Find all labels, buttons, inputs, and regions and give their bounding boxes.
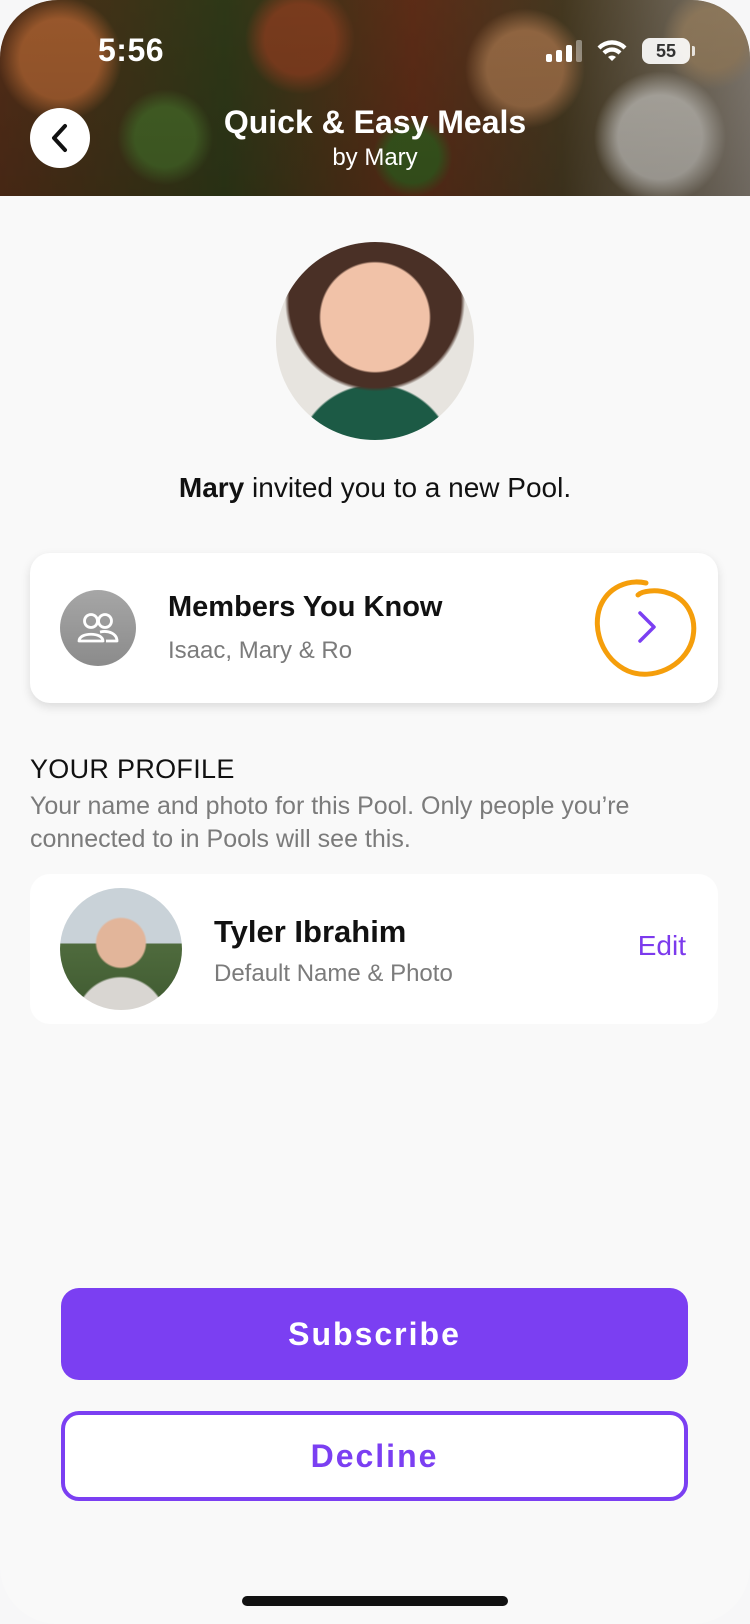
your-profile-heading: YOUR PROFILE — [30, 754, 235, 784]
profile-card: Tyler Ibrahim Default Name & Photo Edit — [30, 874, 718, 1024]
members-you-know-card[interactable]: Members You Know Isaac, Mary & Ro — [30, 553, 718, 703]
home-indicator — [242, 1596, 508, 1606]
inviter-avatar — [276, 242, 474, 440]
decline-button[interactable]: Decline — [61, 1411, 688, 1501]
profile-subtitle: Default Name & Photo — [214, 960, 453, 987]
app-screen: 5:56 55 Quick & Easy Meals by Mary Mary … — [0, 0, 750, 1624]
inviter-name: Mary — [178, 472, 245, 503]
pool-owner: by Mary — [332, 144, 418, 171]
cellular-signal-icon — [546, 40, 582, 62]
invite-message: Mary invited you to a new Pool. — [0, 472, 750, 504]
members-names: Isaac, Mary & Ro — [168, 637, 353, 664]
pool-title: Quick & Easy Meals — [223, 104, 527, 140]
people-icon — [60, 590, 136, 666]
status-icons: 55 — [546, 38, 695, 64]
chevron-right-icon[interactable] — [588, 575, 698, 679]
status-time: 5:56 — [98, 32, 165, 68]
profile-name: Tyler Ibrahim — [214, 914, 407, 949]
profile-avatar — [60, 888, 182, 1010]
invite-message-text: invited you to a new Pool. — [244, 472, 572, 503]
subscribe-button[interactable]: Subscribe — [61, 1288, 688, 1380]
edit-profile-button[interactable]: Edit — [638, 930, 686, 962]
members-title: Members You Know — [168, 591, 443, 623]
battery-icon: 55 — [642, 38, 695, 64]
your-profile-description: Your name and photo for this Pool. Only … — [30, 792, 630, 853]
wifi-icon — [597, 40, 627, 61]
